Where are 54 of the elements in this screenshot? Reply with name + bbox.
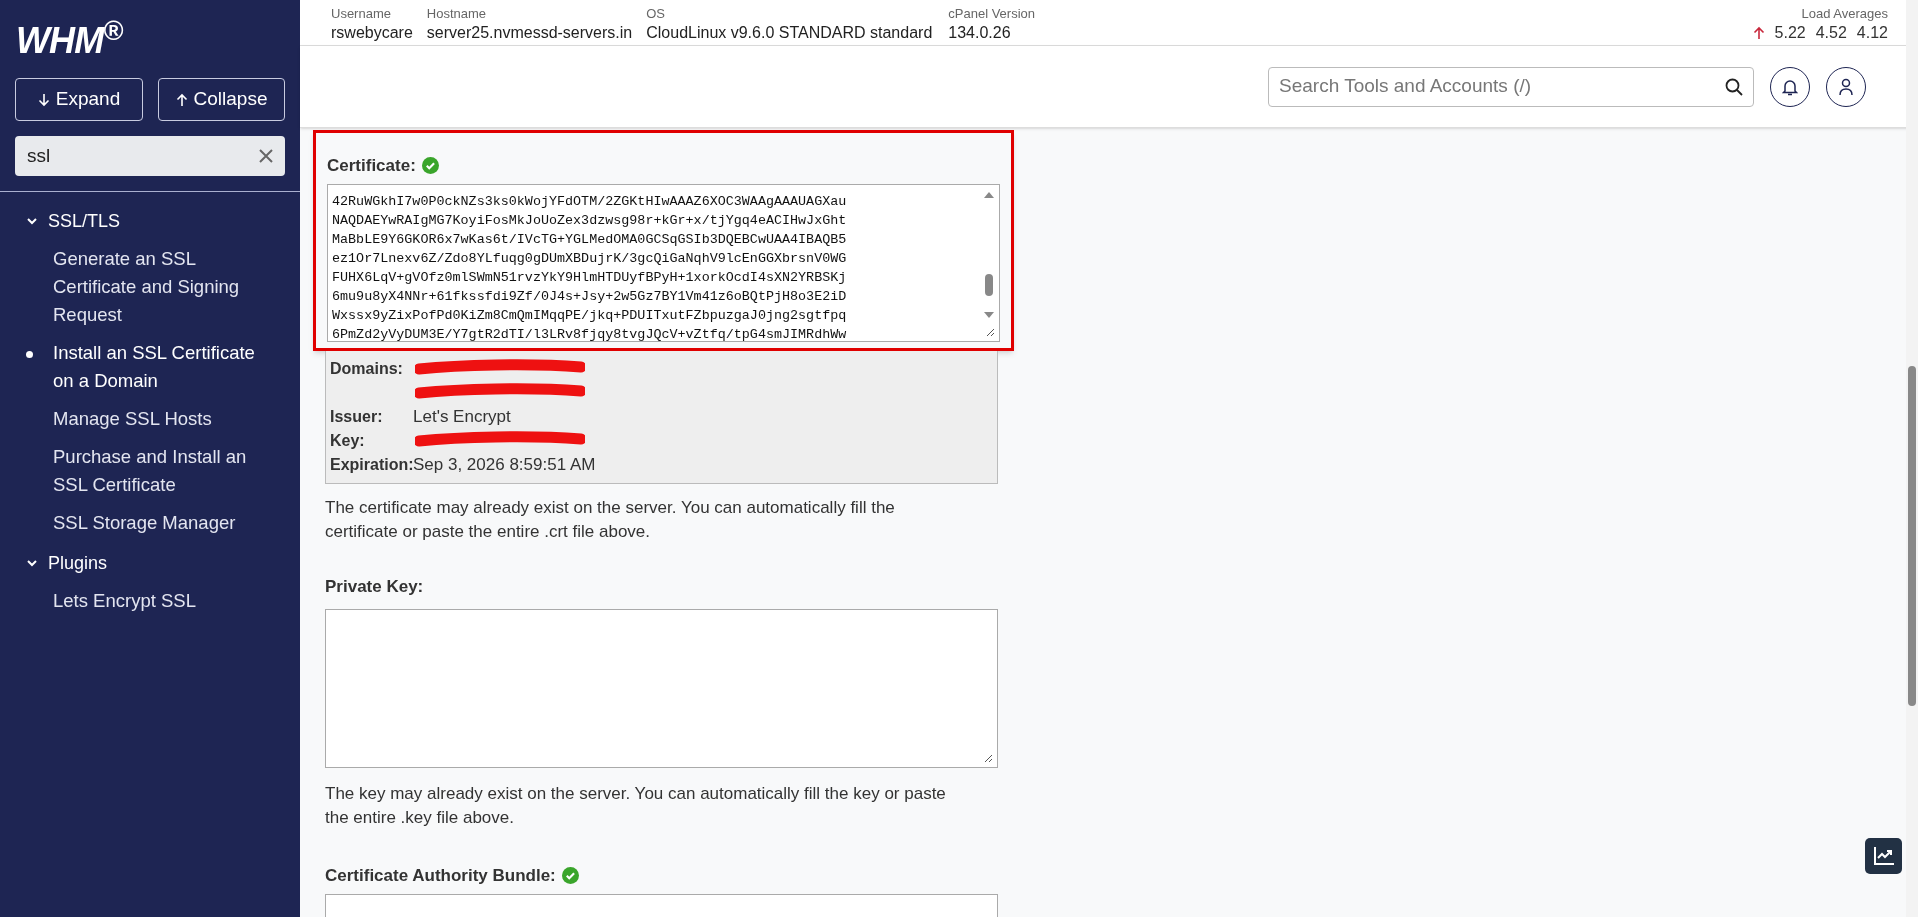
field-label: Private Key: [325, 575, 424, 598]
info-label: cPanel Version [948, 5, 1035, 22]
info-label: OS [646, 5, 666, 22]
info-value: CloudLinux v9.6.0 STANDARD standard [646, 23, 933, 43]
detail-label: Domains: [330, 359, 404, 379]
user-icon [1838, 77, 1854, 96]
detail-label: Key: [330, 431, 366, 451]
detail-label: Expiration: [330, 455, 413, 475]
chevron-icon [26, 215, 38, 227]
arrow-up-icon [175, 92, 188, 107]
load-average-value: 5.22 [1774, 23, 1806, 43]
certificate-field[interactable]: 42RuWGkhI7w0P0ckNZs3ks0kWojYFdOTM/2ZGKtHIwAAAZ6XOC3WAAgAAAUAGXau NAQDAEYwRAIgMG7KoyiFosMkJoUoZex3dzwsg98r+kGr+x/tjYgq4eACIHwJxGht MaBbLE9Y6GKOR6x7wKas6t/IVcTG+YGLMedOMA0GCSqGSIb3DQEBCwUAA4IBAQB5 ez1Or7Lnexv6Z/Zdo8YLfuqg0gDUmXBDujrK/3gcQiGaNqhV9lcEnGGXbrsnV0WG FUHX6LqV+gVOfz0mlSWmN51rvzYkY9HlmHTDUyfBPyH+1xorkOcdI4sXN2YRBSKj 6mu9u8yX4NNr+61fkssfdi9Zf/0J4s+Jsy+2w5Gz7BY1Vm41z6oBQtPjH8o3E2iD Wxssx9yZixPofPd0KiZm8CmQmIMqqPE/jkq+PDUITxutFZbpuzgaJ0jng2sgtfpq 6PmZd2yVyDUM3E/Y7gtR2dTI/l3LRv8fjqy8tvgJQcV+vZtfq/tpG4smJIMRdhWw [327, 184, 1000, 342]
page-scrollbar[interactable] [1906, 0, 1918, 917]
arrow-down-icon [37, 92, 50, 107]
load-average-value: 4.52 [1815, 23, 1847, 43]
menu-group-header[interactable]: Plugins [0, 548, 300, 578]
chevron-icon [26, 557, 38, 569]
detail-value: Let's Encrypt [413, 406, 511, 428]
menu-item[interactable]: Lets Encrypt SSL [53, 587, 258, 615]
search-field[interactable]: Search Tools and Accounts (/) [1268, 66, 1754, 107]
menu-group-label: Plugins [48, 551, 108, 575]
menu-group-header[interactable]: SSL/TLS [0, 206, 300, 236]
info-value: 134.0.26 [948, 23, 1012, 43]
help-text: The certificate may already exist on the server. You can automatically fill the certificate or paste the entire .crt file above. [325, 497, 896, 543]
close-icon[interactable] [259, 149, 273, 163]
menu-item[interactable]: Purchase and Install an SSL Certificate [53, 443, 258, 499]
info-value: server25.nvmessd-servers.in [426, 23, 633, 43]
menu-item[interactable]: Manage SSL Hosts [53, 405, 258, 433]
info-label: Username [331, 5, 392, 22]
menu-item[interactable]: Install an SSL Certificate on a Domain [53, 339, 258, 395]
search-icon[interactable] [1725, 77, 1743, 96]
resize-grip-icon[interactable] [983, 753, 993, 763]
field-label: Certificate Authority Bundle: [325, 864, 556, 887]
bell-icon [1782, 77, 1798, 96]
detail-label: Issuer: [330, 407, 384, 427]
scrollbar[interactable] [982, 190, 996, 320]
line-chart-icon [1872, 846, 1895, 866]
detail-value: Sep 3, 2026 8:59:51 AM [413, 454, 596, 476]
menu-item[interactable]: Generate an SSL Certificate and Signing Request [53, 245, 258, 329]
field-label: Certificate: [327, 154, 416, 177]
menu-item[interactable]: SSL Storage Manager [53, 509, 258, 537]
chart-button[interactable] [1865, 838, 1902, 874]
whm-logo[interactable]: WHM$^{®}$ [16, 14, 123, 68]
expand-button[interactable]: Expand [15, 78, 143, 121]
info-label: Hostname [426, 5, 488, 22]
resize-grip-icon[interactable] [985, 327, 995, 337]
search-field[interactable]: ssl [15, 136, 285, 176]
info-value: rswebycare [331, 23, 413, 43]
private-key-field[interactable] [325, 609, 998, 768]
info-label: Load Averages [1801, 5, 1888, 22]
help-text: The key may already exist on the server. You can automatically fill the key or paste the entire .key file above. [325, 783, 947, 829]
menu-group-label: SSL/TLS [48, 209, 121, 233]
collapse-button[interactable]: Collapse [158, 78, 285, 121]
load-average-value: 4.12 [1856, 23, 1888, 43]
